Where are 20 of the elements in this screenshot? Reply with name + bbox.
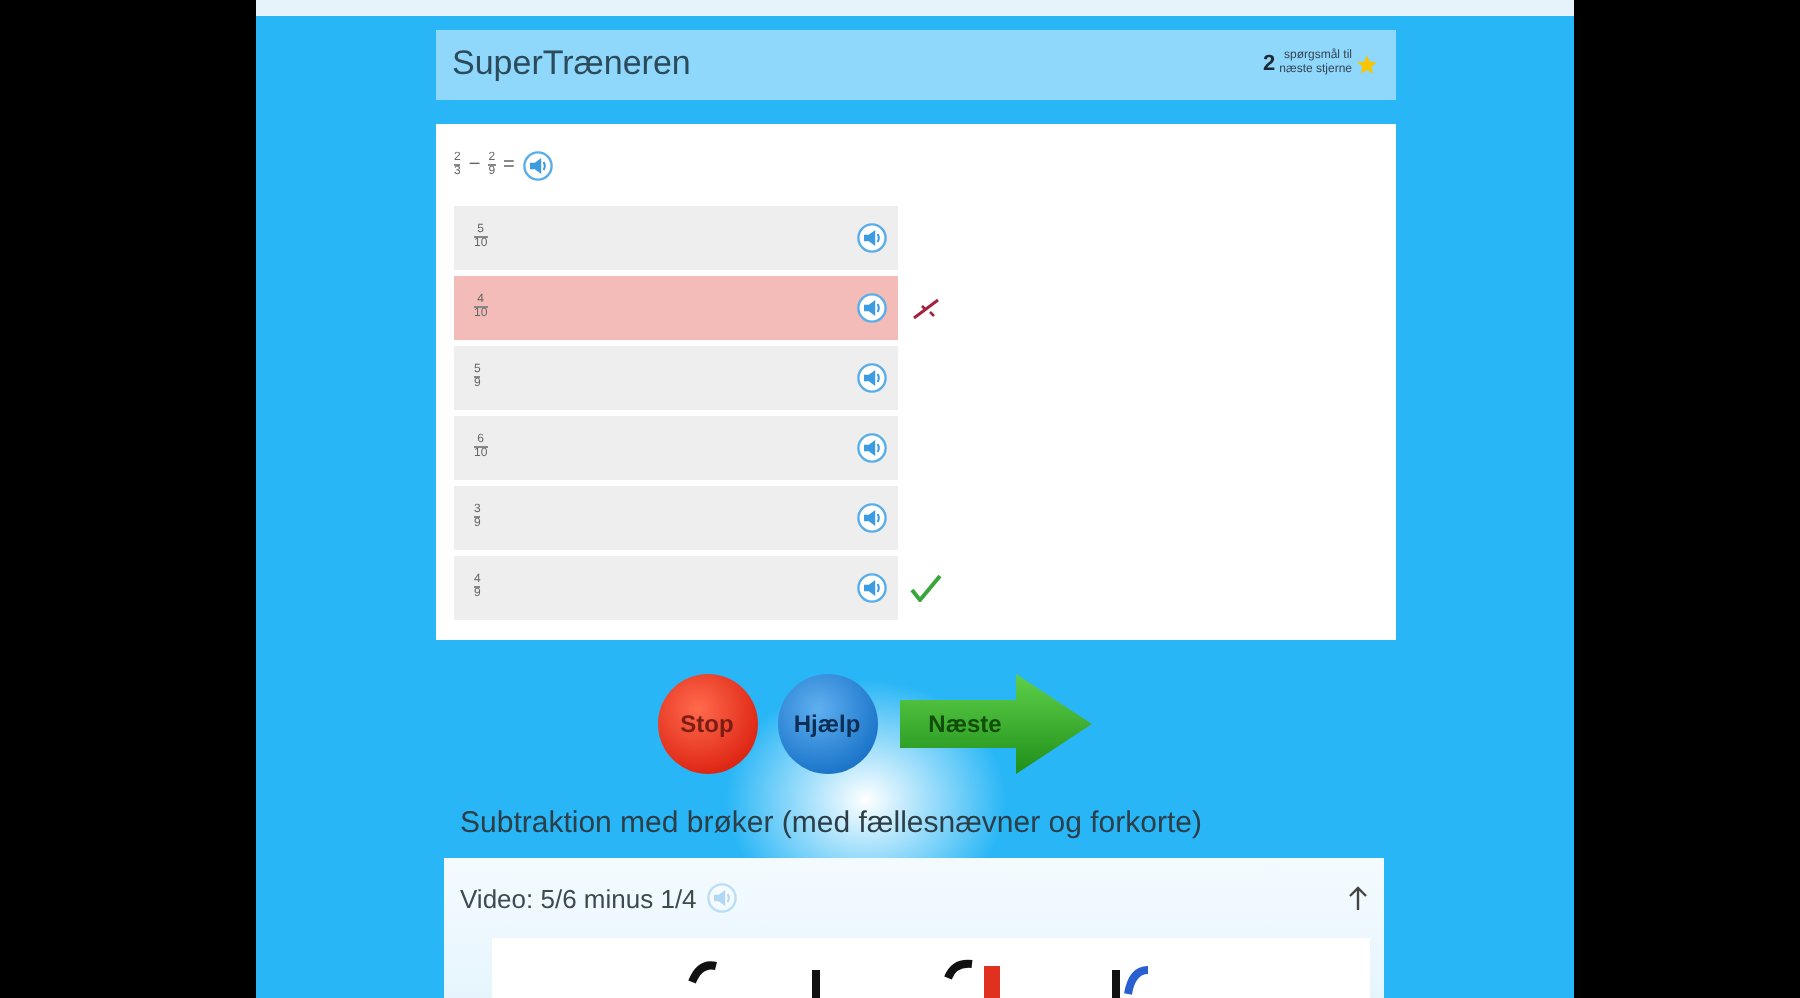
question-count: 2 <box>1263 52 1276 77</box>
speaker-icon[interactable] <box>856 501 888 534</box>
speaker-icon[interactable] <box>522 149 555 182</box>
speaker-icon[interactable] <box>856 221 888 254</box>
check-mark-icon <box>910 573 942 602</box>
stop-button[interactable]: Stop <box>657 673 757 774</box>
equals-sign: = <box>503 154 515 177</box>
speaker-icon[interactable] <box>856 431 888 464</box>
next-button[interactable]: Næste <box>897 671 1093 776</box>
minus-sign: − <box>468 154 481 177</box>
section-title: Subtraktion med brøker (med fællesnævner og forkorte) <box>460 806 1204 840</box>
speaker-icon[interactable] <box>856 361 888 394</box>
app-title: SuperTræneren <box>452 44 691 85</box>
star-icon <box>1356 53 1378 76</box>
speaker-icon[interactable] <box>856 571 888 604</box>
arrow-up-icon[interactable] <box>1348 886 1368 910</box>
help-button[interactable]: Hjælp <box>777 673 877 774</box>
video-title: Video: 5/6 minus 1/4 <box>460 883 697 913</box>
speaker-icon[interactable] <box>856 291 888 324</box>
cross-mark-icon <box>910 293 942 322</box>
